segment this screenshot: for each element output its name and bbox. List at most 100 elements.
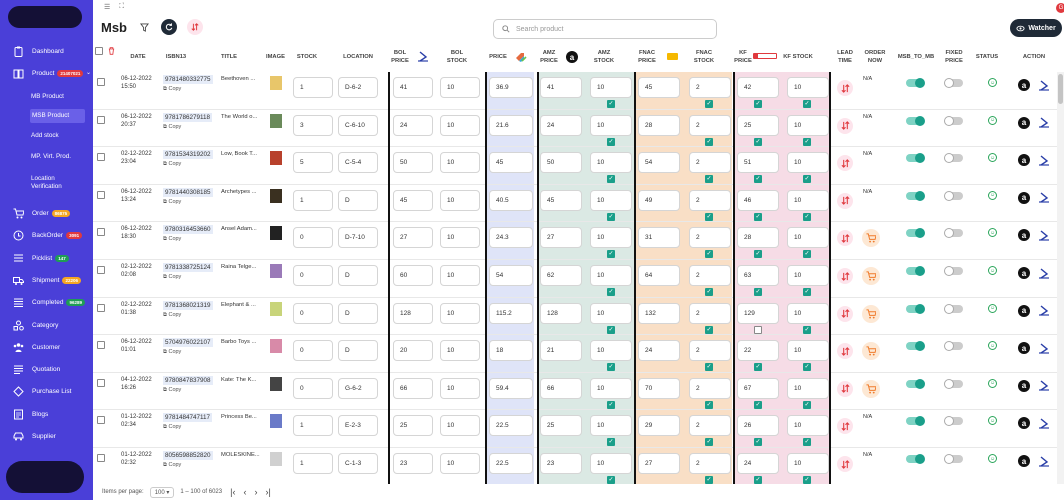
sidebar-item-dashboard[interactable]: Dashboard	[0, 42, 93, 60]
row-bol-stock-input[interactable]: 10	[440, 302, 480, 324]
bol-action-icon[interactable]	[1038, 192, 1050, 204]
order-now-cart-icon[interactable]	[862, 342, 880, 361]
row-bol-price-input[interactable]: 23	[393, 453, 433, 474]
row-stock-input[interactable]: 1	[293, 77, 333, 98]
filter-icon[interactable]	[136, 19, 152, 35]
last-page-icon[interactable]: ›|	[265, 487, 270, 497]
row-kf-price-input[interactable]: 42	[737, 77, 779, 98]
product-thumbnail[interactable]	[270, 301, 282, 316]
row-kf-stock-input[interactable]: 10	[787, 302, 829, 324]
column-header-amz-stock[interactable]: AMZ STOCK	[590, 44, 618, 72]
kf-stock-checkbox[interactable]: ✓	[803, 175, 811, 184]
column-header-location[interactable]: LOCATION	[338, 44, 378, 72]
notification-icon[interactable]: G	[1056, 3, 1064, 13]
fnac-stock-checkbox[interactable]: ✓	[705, 438, 713, 447]
prev-page-icon[interactable]: ‹	[243, 487, 246, 497]
row-price-input[interactable]: 115.2	[489, 302, 533, 324]
copy-button[interactable]: ⧉ Copy	[163, 86, 181, 93]
column-header-stock[interactable]: STOCK	[293, 44, 321, 72]
sidebar-item-order[interactable]: Order 86875	[0, 204, 93, 222]
kf-stock-checkbox[interactable]: ✓	[803, 288, 811, 296]
row-location-input[interactable]: C-1-3	[338, 453, 378, 474]
row-kf-price-input[interactable]: 129	[737, 302, 779, 324]
search-input[interactable]: Search product	[493, 19, 717, 39]
row-fnac-price-input[interactable]: 70	[638, 377, 680, 399]
column-header-image[interactable]: IMAGE	[263, 44, 288, 72]
column-header-amz-price[interactable]: AMZ PRICE	[539, 44, 559, 72]
row-fnac-stock-input[interactable]: 2	[689, 265, 731, 286]
row-isbn[interactable]: 5704976022107	[163, 338, 213, 348]
row-bol-stock-input[interactable]: 10	[440, 189, 480, 211]
sidebar-subitem-msb-product-2[interactable]: MSB Product	[30, 109, 85, 123]
row-fnac-price-input[interactable]: 27	[638, 453, 680, 474]
bol-action-icon[interactable]	[1038, 79, 1050, 91]
row-bol-price-input[interactable]: 50	[393, 152, 433, 174]
product-thumbnail[interactable]	[270, 113, 282, 128]
bol-action-icon[interactable]	[1038, 117, 1050, 129]
row-fnac-price-input[interactable]: 31	[638, 227, 680, 249]
row-checkbox[interactable]	[97, 228, 105, 237]
product-thumbnail[interactable]	[270, 452, 282, 466]
row-fnac-stock-input[interactable]: 2	[689, 415, 731, 437]
row-title[interactable]: The World o...	[221, 114, 257, 120]
lead-time-icon[interactable]	[837, 230, 853, 247]
kf-stock-checkbox[interactable]: ✓	[803, 325, 811, 334]
user-avatar[interactable]	[6, 461, 84, 493]
amz-stock-checkbox[interactable]: ✓	[607, 175, 615, 184]
lead-time-icon[interactable]	[837, 80, 853, 96]
lead-time-icon[interactable]	[837, 192, 853, 209]
amz-stock-checkbox[interactable]: ✓	[607, 363, 615, 372]
sidebar-item-customer[interactable]: Customer	[0, 338, 93, 356]
amazon-action-icon[interactable]: a	[1018, 229, 1030, 242]
row-bol-price-input[interactable]: 27	[393, 227, 433, 249]
row-price-input[interactable]: 45	[489, 152, 533, 174]
amz-stock-checkbox[interactable]: ✓	[607, 100, 615, 108]
row-amz-price-input[interactable]: 23	[540, 453, 582, 474]
kf-price-checkbox[interactable]: ✓	[754, 100, 762, 108]
row-checkbox[interactable]	[97, 190, 105, 199]
refresh-icon[interactable]	[161, 19, 177, 35]
row-amz-price-input[interactable]: 25	[540, 415, 582, 437]
order-now-cart-icon[interactable]	[862, 267, 880, 285]
row-fnac-stock-input[interactable]: 2	[689, 340, 731, 362]
sidebar-item-picklist[interactable]: Picklist 147	[0, 249, 93, 267]
amazon-action-icon[interactable]: a	[1018, 79, 1030, 91]
kf-price-checkbox[interactable]	[754, 325, 762, 334]
copy-button[interactable]: ⧉ Copy	[163, 274, 181, 281]
row-fnac-price-input[interactable]: 28	[638, 114, 680, 136]
amazon-action-icon[interactable]: a	[1018, 417, 1030, 430]
copy-button[interactable]: ⧉ Copy	[163, 312, 181, 319]
row-checkbox[interactable]	[97, 416, 105, 425]
row-bol-stock-input[interactable]: 10	[440, 77, 480, 98]
column-header-fnac-price[interactable]: FNAC PRICE	[636, 44, 658, 72]
bol-action-icon[interactable]	[1038, 229, 1050, 241]
row-isbn[interactable]: 9781440308185	[163, 187, 213, 197]
kf-price-checkbox[interactable]: ✓	[754, 137, 762, 146]
column-header-lead-time[interactable]: LEAD TIME	[834, 44, 856, 72]
row-title[interactable]: Barbo Toys ...	[221, 339, 256, 345]
amz-stock-checkbox[interactable]: ✓	[607, 438, 615, 447]
product-thumbnail[interactable]	[270, 264, 282, 278]
row-amz-price-input[interactable]: 45	[540, 189, 582, 211]
row-amz-stock-input[interactable]: 10	[590, 265, 632, 286]
row-fnac-stock-input[interactable]: 2	[689, 77, 731, 98]
row-bol-price-input[interactable]: 20	[393, 340, 433, 362]
column-header-price[interactable]: PRICE	[487, 44, 509, 72]
row-location-input[interactable]: D	[338, 340, 378, 362]
product-thumbnail[interactable]	[270, 151, 282, 166]
row-bol-stock-input[interactable]: 10	[440, 227, 480, 249]
next-page-icon[interactable]: ›	[254, 487, 257, 497]
amazon-action-icon[interactable]: a	[1018, 455, 1030, 467]
product-thumbnail[interactable]	[270, 188, 282, 203]
fnac-stock-checkbox[interactable]: ✓	[705, 212, 713, 221]
bol-action-icon[interactable]	[1038, 417, 1050, 429]
row-fnac-stock-input[interactable]: 2	[689, 114, 731, 136]
row-amz-stock-input[interactable]: 10	[590, 114, 632, 136]
amz-stock-checkbox[interactable]: ✓	[607, 400, 615, 409]
column-header-fixed-price[interactable]: FIXED PRICE	[942, 44, 966, 72]
row-price-input[interactable]: 24.3	[489, 227, 533, 249]
sidebar-item-completed[interactable]: Completed 96289	[0, 293, 93, 311]
row-checkbox[interactable]	[97, 78, 105, 86]
row-kf-stock-input[interactable]: 10	[787, 114, 829, 136]
row-fnac-price-input[interactable]: 54	[638, 152, 680, 174]
